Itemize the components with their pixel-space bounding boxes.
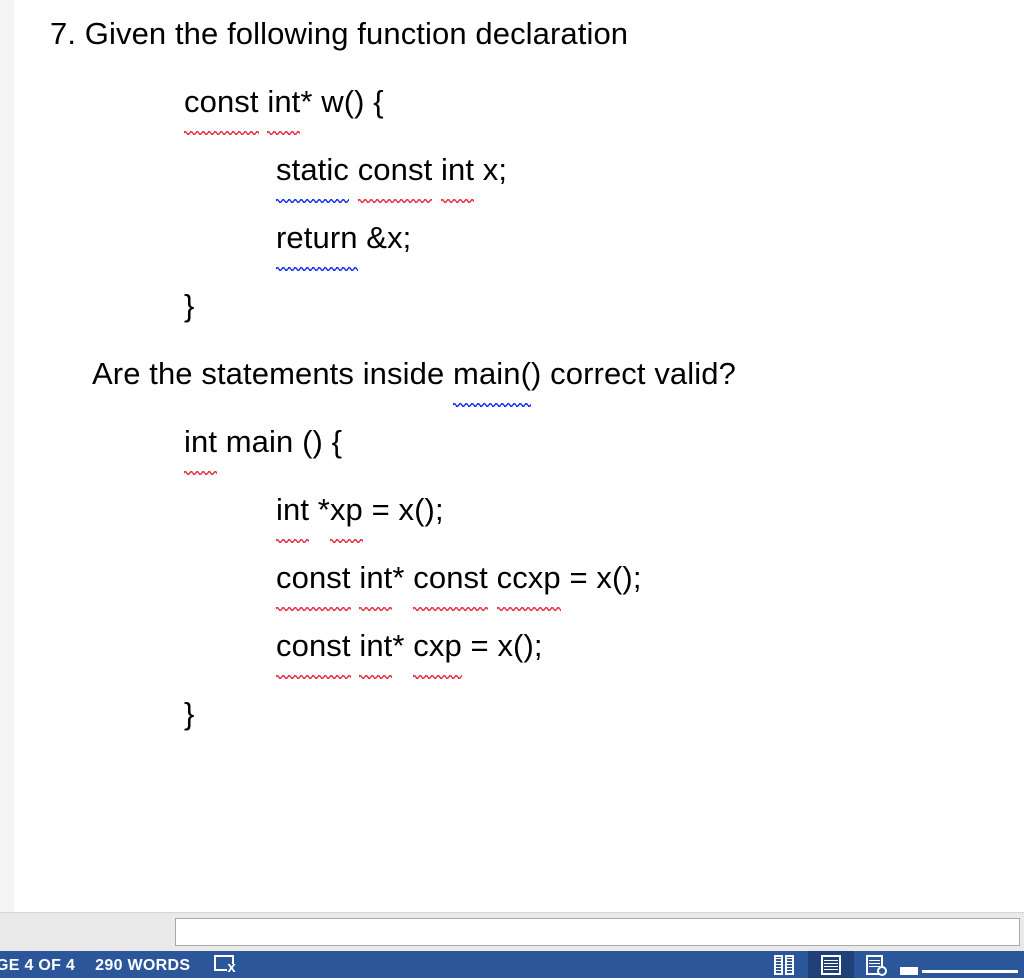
horizontal-scrollbar-thumb[interactable] xyxy=(175,918,1020,946)
text-run: * xyxy=(309,492,330,527)
spelling-error-mark: const xyxy=(184,68,259,136)
status-bar-right-group xyxy=(762,951,1024,978)
zoom-slider-thumb[interactable] xyxy=(900,967,918,975)
web-layout-icon xyxy=(866,954,888,976)
code-int-xp[interactable]: int *xp = x(); xyxy=(14,476,1024,544)
text-run xyxy=(488,560,497,595)
text-run: Are the statements inside xyxy=(92,356,454,391)
status-bar: GE 4 OF 4 290 WORDS x xyxy=(0,951,1024,978)
horizontal-scrollbar[interactable] xyxy=(0,912,1024,951)
spelling-error-mark: int xyxy=(359,544,393,612)
text-run xyxy=(432,152,441,187)
text-run: ) correct valid? xyxy=(531,356,736,391)
question-heading[interactable]: 7. Given the following function declarat… xyxy=(14,0,1024,68)
spelling-error-mark: const xyxy=(276,544,351,612)
text-run: &x; xyxy=(357,220,412,255)
text-run xyxy=(351,560,360,595)
read-mode-icon xyxy=(774,954,796,975)
text-run: x; xyxy=(474,152,508,187)
document-text-body[interactable]: 7. Given the following function declarat… xyxy=(14,0,1024,748)
document-canvas-left-gutter xyxy=(0,0,14,912)
code-main-signature[interactable]: int main () { xyxy=(14,408,1024,476)
text-run xyxy=(259,84,268,119)
spelling-error-mark: int xyxy=(441,136,475,204)
spelling-error-mark: int xyxy=(184,408,218,476)
grammar-error-mark: main( xyxy=(453,340,532,408)
spelling-error-mark: ccxp xyxy=(496,544,561,612)
word-count-status[interactable]: 290 WORDS xyxy=(85,951,200,978)
view-button-web-layout[interactable] xyxy=(854,951,900,978)
question-prompt[interactable]: Are the statements inside main() correct… xyxy=(14,340,1024,408)
word-document-window: 7. Given the following function declarat… xyxy=(0,0,1024,978)
code-close-brace-w[interactable]: } xyxy=(14,272,1024,340)
text-run: 7. Given the following function declarat… xyxy=(50,16,629,51)
spelling-error-mark: int xyxy=(267,68,301,136)
code-static-const-int-x[interactable]: static const int x; xyxy=(14,136,1024,204)
view-button-read-mode[interactable] xyxy=(762,951,808,978)
code-return-address-x[interactable]: return &x; xyxy=(14,204,1024,272)
document-page[interactable]: 7. Given the following function declarat… xyxy=(14,0,1024,912)
text-run: * xyxy=(392,628,414,663)
spelling-error-mark: const xyxy=(413,544,488,612)
text-run: main () { xyxy=(217,424,343,459)
spelling-error-mark: int xyxy=(359,612,393,680)
spelling-error-mark: xp xyxy=(329,476,363,544)
text-run: * xyxy=(392,560,414,595)
zoom-slider-track[interactable] xyxy=(922,970,1018,973)
text-run: = x(); xyxy=(362,492,444,527)
spelling-error-mark: cxp xyxy=(413,612,462,680)
code-close-brace-main[interactable]: } xyxy=(14,680,1024,748)
code-const-int-cxp[interactable]: const int* cxp = x(); xyxy=(14,612,1024,680)
text-run: = x(); xyxy=(461,628,543,663)
view-button-print-layout[interactable] xyxy=(808,951,854,978)
grammar-error-mark: return xyxy=(276,204,358,272)
grammar-error-mark: static xyxy=(276,136,349,204)
proofing-errors-icon[interactable]: x xyxy=(214,954,240,976)
text-run: * w() { xyxy=(300,84,384,119)
text-run xyxy=(349,152,358,187)
zoom-slider[interactable] xyxy=(900,951,1024,978)
text-run: } xyxy=(184,696,195,731)
page-count-status[interactable]: GE 4 OF 4 xyxy=(0,951,85,978)
code-const-int-const-ccxp[interactable]: const int* const ccxp = x(); xyxy=(14,544,1024,612)
text-run: = x(); xyxy=(560,560,642,595)
text-run xyxy=(351,628,360,663)
proofing-x-mark: x xyxy=(227,958,236,976)
print-layout-icon xyxy=(820,954,842,975)
text-run: } xyxy=(184,288,195,323)
spelling-error-mark: int xyxy=(276,476,310,544)
code-func-signature[interactable]: const int* w() { xyxy=(14,68,1024,136)
spelling-error-mark: const xyxy=(357,136,433,204)
status-bar-left-group: GE 4 OF 4 290 WORDS x xyxy=(0,951,240,978)
spelling-error-mark: const xyxy=(276,612,351,680)
